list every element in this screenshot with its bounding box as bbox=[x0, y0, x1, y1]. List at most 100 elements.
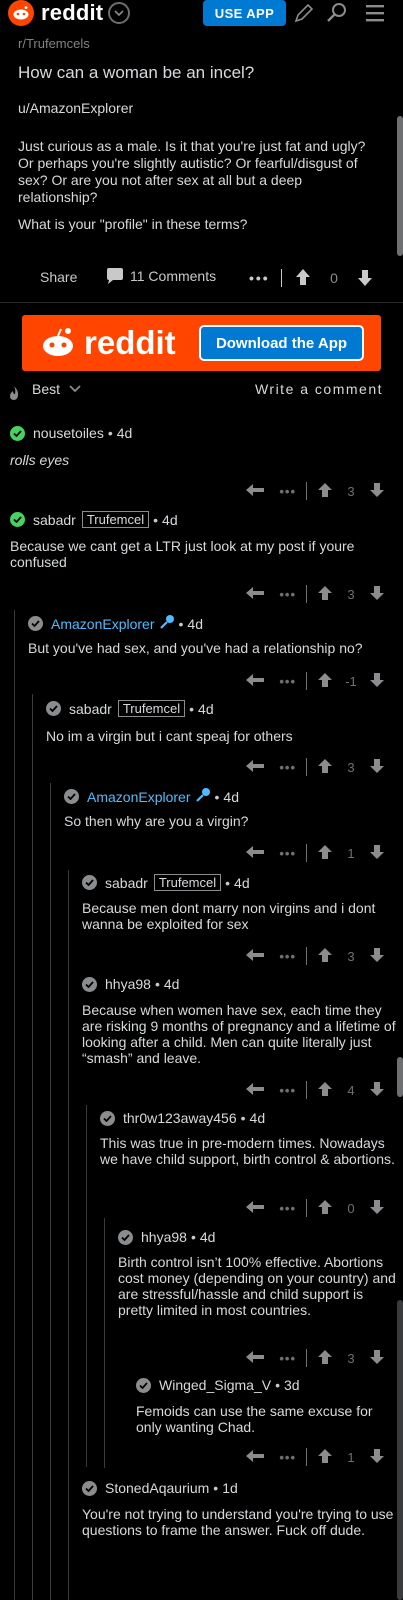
check-badge-icon[interactable] bbox=[10, 512, 25, 527]
more-options-icon[interactable]: ••• bbox=[279, 1083, 296, 1098]
comment-age: 4d bbox=[163, 976, 180, 992]
chevron-down-icon bbox=[69, 385, 81, 393]
scrollbar[interactable] bbox=[397, 1057, 403, 1097]
reply-icon[interactable] bbox=[245, 1350, 265, 1367]
reply-icon[interactable] bbox=[245, 673, 265, 690]
collapse-icon[interactable] bbox=[82, 976, 97, 992]
use-app-button[interactable]: USE APP bbox=[203, 0, 286, 26]
reply-icon[interactable] bbox=[245, 586, 265, 603]
upvote-icon[interactable] bbox=[317, 482, 333, 501]
downvote-icon[interactable] bbox=[369, 585, 385, 604]
comment-author[interactable]: Winged_Sigma_V bbox=[159, 1377, 271, 1393]
more-options-icon[interactable]: ••• bbox=[279, 587, 296, 602]
scrollbar[interactable] bbox=[397, 116, 403, 256]
comment-author[interactable]: hhya98 bbox=[141, 1229, 187, 1245]
divider bbox=[306, 1199, 307, 1217]
collapse-icon[interactable] bbox=[82, 875, 97, 890]
separator-dot: • bbox=[190, 1229, 196, 1245]
upvote-icon[interactable] bbox=[317, 947, 333, 966]
comment-author[interactable]: thr0w123away456 bbox=[123, 1110, 237, 1126]
downvote-icon[interactable] bbox=[357, 269, 373, 290]
more-options-icon[interactable]: ••• bbox=[279, 484, 296, 499]
reply-icon[interactable] bbox=[245, 1200, 265, 1217]
post-paragraph: Just curious as a male. Is it that you'r… bbox=[18, 138, 366, 205]
comment-score: 3 bbox=[347, 1350, 355, 1366]
comment-age: 4d bbox=[198, 700, 214, 717]
comment-author[interactable]: sabadr bbox=[69, 701, 112, 717]
subreddit-name[interactable]: r/Trufemcels bbox=[18, 36, 90, 51]
downvote-icon[interactable] bbox=[369, 1349, 385, 1368]
reply-icon[interactable] bbox=[245, 845, 265, 862]
more-options-icon[interactable]: ••• bbox=[279, 1201, 296, 1216]
collapse-icon[interactable] bbox=[64, 789, 79, 804]
check-badge-icon[interactable] bbox=[10, 425, 25, 441]
sort-dropdown[interactable]: Best bbox=[32, 381, 82, 397]
collapse-icon[interactable] bbox=[136, 1377, 151, 1393]
comment-author[interactable]: hhya98 bbox=[105, 976, 151, 992]
reply-icon[interactable] bbox=[245, 759, 265, 776]
comment-author[interactable]: AmazonExplorer bbox=[51, 616, 155, 632]
collapse-icon[interactable] bbox=[118, 1229, 133, 1245]
comment-actions: ••• 3 bbox=[245, 945, 385, 967]
upvote-icon[interactable] bbox=[317, 1199, 333, 1218]
downvote-icon[interactable] bbox=[369, 1081, 385, 1100]
search-icon[interactable] bbox=[325, 2, 349, 24]
pencil-icon[interactable] bbox=[292, 2, 316, 24]
more-options-icon[interactable]: ••• bbox=[279, 760, 296, 775]
comment-body: Because we cant get a LTR just look at m… bbox=[10, 538, 355, 570]
upvote-icon[interactable] bbox=[317, 585, 333, 604]
downvote-icon[interactable] bbox=[369, 1448, 385, 1467]
chevron-down-icon[interactable] bbox=[108, 2, 131, 24]
upvote-icon[interactable] bbox=[317, 1081, 333, 1100]
more-options-icon[interactable]: ••• bbox=[279, 949, 296, 964]
upvote-icon[interactable] bbox=[317, 758, 333, 777]
reply-icon[interactable] bbox=[245, 483, 265, 500]
collapse-icon[interactable] bbox=[100, 1110, 115, 1126]
comment-author[interactable]: StonedAqaurium bbox=[105, 1480, 209, 1496]
collapse-icon[interactable] bbox=[82, 1480, 97, 1496]
separator-dot: • bbox=[189, 700, 195, 717]
comments-button[interactable]: 11 Comments bbox=[105, 267, 216, 285]
download-app-banner[interactable]: reddit Download the App bbox=[22, 315, 381, 371]
comment-score: 1 bbox=[347, 1449, 355, 1465]
comment-author[interactable]: sabadr bbox=[33, 512, 76, 528]
more-options-icon[interactable]: ••• bbox=[279, 674, 296, 689]
downvote-icon[interactable] bbox=[369, 758, 385, 777]
share-button[interactable]: Share bbox=[40, 269, 77, 285]
reply-icon[interactable] bbox=[245, 948, 265, 965]
scrollbar[interactable] bbox=[397, 1300, 403, 1600]
comment-author[interactable]: AmazonExplorer bbox=[87, 789, 191, 805]
reddit-logo[interactable]: reddit bbox=[8, 0, 131, 26]
divider bbox=[306, 482, 307, 500]
upvote-icon[interactable] bbox=[317, 672, 333, 691]
comment-author[interactable]: sabadr bbox=[105, 875, 148, 891]
upvote-icon[interactable] bbox=[317, 844, 333, 863]
downvote-icon[interactable] bbox=[369, 672, 385, 691]
collapse-icon[interactable] bbox=[28, 616, 43, 631]
write-comment-button[interactable]: Write a comment bbox=[255, 381, 383, 397]
upvote-icon[interactable] bbox=[317, 1448, 333, 1467]
downvote-icon[interactable] bbox=[369, 482, 385, 501]
user-flair: Trufemcel bbox=[153, 874, 222, 891]
downvote-icon[interactable] bbox=[369, 844, 385, 863]
separator-dot: • bbox=[213, 1480, 219, 1496]
more-options-icon[interactable]: ••• bbox=[249, 270, 270, 286]
separator-dot: • bbox=[178, 615, 184, 632]
collapse-icon[interactable] bbox=[46, 701, 61, 716]
post-author[interactable]: u/AmazonExplorer bbox=[18, 100, 133, 116]
comment-author[interactable]: nousetoiles bbox=[33, 425, 104, 441]
menu-icon[interactable] bbox=[363, 2, 387, 24]
upvote-icon[interactable] bbox=[317, 1349, 333, 1368]
reply-icon[interactable] bbox=[245, 1082, 265, 1099]
download-app-button[interactable]: Download the App bbox=[199, 325, 364, 361]
comment-body: You're not trying to understand you're t… bbox=[82, 1506, 394, 1538]
comment-score: 4 bbox=[347, 1082, 355, 1098]
comment-age: 4d bbox=[187, 615, 203, 632]
downvote-icon[interactable] bbox=[369, 947, 385, 966]
downvote-icon[interactable] bbox=[369, 1199, 385, 1218]
more-options-icon[interactable]: ••• bbox=[279, 1351, 296, 1366]
more-options-icon[interactable]: ••• bbox=[279, 1450, 296, 1465]
upvote-icon[interactable] bbox=[295, 268, 311, 289]
more-options-icon[interactable]: ••• bbox=[279, 846, 296, 861]
reply-icon[interactable] bbox=[245, 1449, 265, 1466]
